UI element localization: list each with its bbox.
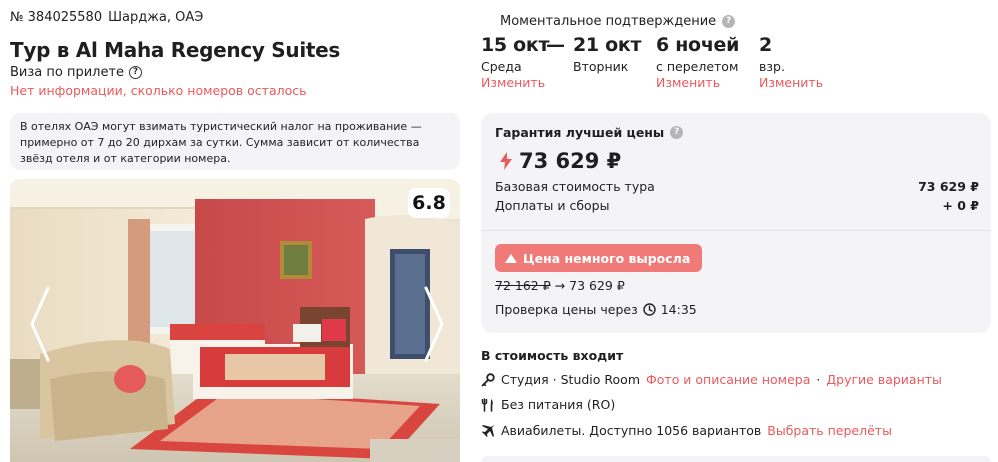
help-icon[interactable]: ? [722, 15, 736, 28]
change-guests-link[interactable]: Изменить [759, 75, 823, 90]
price-change: 72 162 ₽ → 73 629 ₽ [495, 278, 625, 293]
price-increased-badge[interactable]: Цена немного выросла [495, 244, 703, 272]
adults-label: взр. [759, 59, 785, 74]
guests: 2 взр. Изменить [759, 34, 823, 90]
base-cost-value: 73 629 ₽ [918, 179, 979, 194]
included-meal: Без питания (RO) [481, 397, 615, 412]
flights-info: Авиабилеты. Доступно 1056 вариантов [501, 423, 762, 438]
tour-info-column: № 384025580 Шарджа, ОАЭ Тур в Al Maha Reg… [10, 0, 460, 462]
price-check-time: 14:35 [660, 302, 697, 317]
instant-confirmation: Моментальное подтверждение ? [500, 14, 736, 29]
choose-flights-link[interactable]: Выбрать перелёты [767, 423, 892, 438]
included-room: Студия · Studio Room Фото и описание ном… [481, 372, 942, 387]
visa-info: Виза по прилете ? [10, 65, 143, 80]
cutlery-icon [481, 397, 493, 412]
tour-number: № 384025580 [10, 10, 103, 25]
price-panel: Гарантия лучшей цены ? 73 629 ₽ Базовая … [481, 113, 991, 333]
change-dates-link[interactable]: Изменить [481, 75, 549, 90]
divider [481, 230, 991, 231]
new-price: 73 629 ₽ [569, 278, 625, 293]
clock-icon [643, 303, 656, 316]
nights: 6 ночей с перелетом Изменить [656, 34, 739, 90]
help-icon[interactable]: ? [670, 126, 684, 139]
page-title: Тур в Al Maha Regency Suites [10, 38, 341, 62]
change-nights-link[interactable]: Изменить [656, 75, 739, 90]
chevron-left-icon[interactable] [28, 284, 52, 364]
airplane-icon [482, 424, 494, 437]
key-icon [481, 372, 495, 386]
date-separator: — [546, 34, 565, 56]
date-from-value: 15 окт [481, 34, 550, 56]
included-flights: Авиабилеты. Доступно 1056 вариантов Выбр… [481, 423, 892, 438]
fees-value: + 0 ₽ [942, 198, 979, 213]
fees-row: Доплаты и сборы + 0 ₽ [495, 198, 979, 213]
included-title: В стоимость входит [481, 348, 624, 363]
lightning-icon [500, 152, 512, 170]
next-section-edge [481, 456, 991, 462]
tax-notice: В отелях ОАЭ могут взимать туристический… [10, 113, 460, 170]
visa-label: Виза по прилете [10, 65, 125, 80]
separator: · [816, 372, 821, 387]
date-from: 15 окт Среда Изменить [481, 34, 550, 90]
arrow-right-icon: → [554, 278, 566, 293]
old-price: 72 162 ₽ [495, 278, 551, 293]
fees-label: Доплаты и сборы [495, 198, 610, 213]
room-photos-link[interactable]: Фото и описание номера [646, 372, 810, 387]
confirmation-label: Моментальное подтверждение [500, 14, 717, 29]
rating-badge: 6.8 [408, 188, 450, 218]
nights-note: с перелетом [656, 59, 739, 74]
total-price: 73 629 ₽ [499, 149, 621, 173]
tour-location: Шарджа, ОАЭ [108, 10, 204, 25]
best-price-guarantee: Гарантия лучшей цены ? [495, 125, 684, 140]
total-price-value: 73 629 ₽ [519, 149, 622, 173]
hotel-room-photo [10, 179, 460, 462]
cloud-up-icon [505, 253, 517, 263]
date-from-day: Среда [481, 59, 522, 74]
booking-column: Моментальное подтверждение ? 15 окт Сред… [481, 0, 991, 462]
other-options-link[interactable]: Другие варианты [826, 372, 942, 387]
rooms-availability-note: Нет информации, сколько номеров осталось [10, 83, 307, 98]
date-to-day: Вторник [573, 59, 629, 74]
base-cost-label: Базовая стоимость тура [495, 179, 655, 194]
meal-type: Без питания (RO) [501, 397, 616, 412]
tax-notice-text: В отелях ОАЭ могут взимать туристический… [20, 120, 422, 165]
nights-value: 6 ночей [656, 34, 740, 56]
help-icon[interactable]: ? [129, 66, 143, 79]
price-check: Проверка цены через 14:35 [495, 302, 697, 317]
guarantee-label: Гарантия лучшей цены [495, 125, 665, 140]
hotel-photo-gallery[interactable]: 6.8 [10, 179, 460, 462]
chevron-right-icon[interactable] [422, 284, 446, 364]
date-to: 21 окт Вторник [573, 34, 642, 74]
adults-value: 2 [759, 34, 772, 56]
price-check-label: Проверка цены через [495, 302, 638, 317]
date-to-value: 21 окт [573, 34, 642, 56]
price-increased-label: Цена немного выросла [523, 250, 691, 266]
base-cost-row: Базовая стоимость тура 73 629 ₽ [495, 179, 979, 194]
room-type: Студия · Studio Room [501, 372, 640, 387]
trip-parameters: 15 окт Среда Изменить — 21 окт Вторник 6… [481, 34, 991, 94]
tour-meta: № 384025580 Шарджа, ОАЭ [10, 10, 203, 25]
